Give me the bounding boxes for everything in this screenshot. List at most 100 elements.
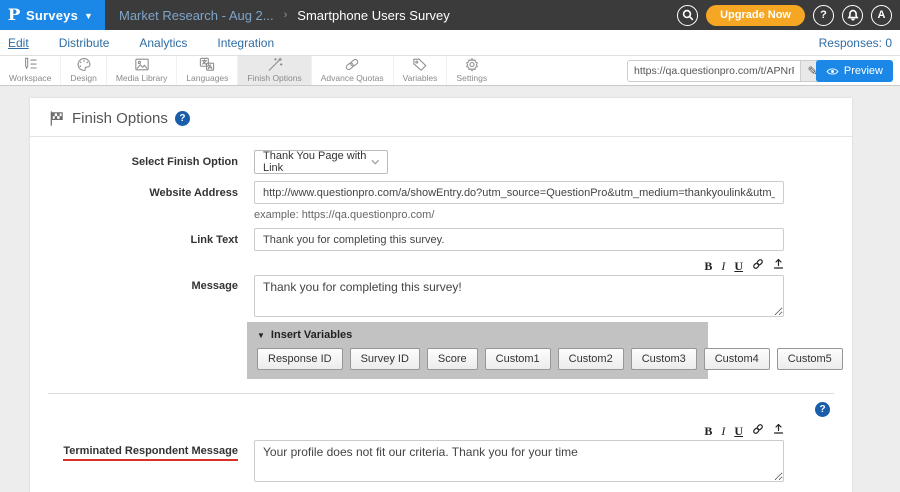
link-text-input[interactable] <box>254 228 784 251</box>
eye-icon <box>826 67 839 76</box>
toolbar-item-label: Settings <box>456 73 487 83</box>
surveys-menu[interactable]: P Surveys ▼ <box>0 0 105 30</box>
tab-analytics[interactable]: Analytics <box>139 36 187 50</box>
chevron-down-icon: ▼ <box>84 11 93 21</box>
avatar[interactable]: A <box>871 5 892 26</box>
finish-option-select[interactable]: Thank You Page with Link <box>254 150 388 174</box>
message-editor-toolbar: B I U <box>254 258 784 273</box>
languages-icon <box>198 57 216 72</box>
page-content: Finish Options ? Select Finish Option Th… <box>0 86 900 492</box>
link-text-label: Link Text <box>30 228 238 246</box>
bold-button[interactable]: B <box>704 425 712 437</box>
terminated-label-underlined: Terminated Respondent Message <box>63 445 238 461</box>
variable-button-custom1[interactable]: Custom1 <box>485 348 551 370</box>
search-button[interactable] <box>677 5 698 26</box>
italic-button[interactable]: I <box>721 425 725 437</box>
insert-variables-toggle[interactable]: ▼ Insert Variables <box>257 329 698 341</box>
image-upload-button[interactable] <box>773 258 784 273</box>
advance-quotas-icon <box>343 57 361 72</box>
upload-icon <box>773 258 784 270</box>
toolbar-item-languages[interactable]: Languages <box>176 56 237 85</box>
toolbar-item-design[interactable]: Design <box>60 56 105 85</box>
insert-variables-title: Insert Variables <box>271 329 352 341</box>
image-upload-button[interactable] <box>773 423 784 438</box>
finish-options-form: Select Finish Option Thank You Page with… <box>30 137 852 492</box>
toolbar-item-finish-options[interactable]: Finish Options <box>237 56 310 85</box>
breadcrumb-survey-name: Smartphone Users Survey <box>297 8 449 23</box>
terminated-message-row: Terminated Respondent Message B I U <box>30 423 852 485</box>
toolbar-item-advance-quotas[interactable]: Advance Quotas <box>311 56 393 85</box>
media-library-icon <box>133 57 151 72</box>
terminated-message-label: Terminated Respondent Message <box>30 423 238 461</box>
bell-icon <box>847 9 859 21</box>
variable-button-custom2[interactable]: Custom2 <box>558 348 624 370</box>
questionpro-logo-icon: P <box>8 7 21 23</box>
finish-options-help-icon[interactable]: ? <box>175 111 190 126</box>
variable-buttons: Response ID Survey ID Score Custom1 Cust… <box>257 348 698 370</box>
tab-distribute[interactable]: Distribute <box>59 36 110 50</box>
tab-bar: Edit Distribute Analytics Integration Re… <box>0 30 900 56</box>
website-address-example: example: https://qa.questionpro.com/ <box>254 209 784 221</box>
terminated-help-row: ? <box>30 402 852 417</box>
variable-button-custom5[interactable]: Custom5 <box>777 348 843 370</box>
page-title: Finish Options <box>72 110 168 127</box>
variable-button-survey-id[interactable]: Survey ID <box>350 348 420 370</box>
variable-button-score[interactable]: Score <box>427 348 478 370</box>
question-mark-icon: ? <box>820 9 827 21</box>
search-icon <box>682 9 694 21</box>
finish-option-selected-value: Thank You Page with Link <box>263 150 371 174</box>
preview-label: Preview <box>844 65 883 77</box>
notifications-button[interactable] <box>842 5 863 26</box>
caret-down-icon: ▼ <box>257 331 265 340</box>
terminated-help-icon[interactable]: ? <box>815 402 830 417</box>
breadcrumb-separator-icon: › <box>284 9 288 21</box>
variable-button-custom3[interactable]: Custom3 <box>631 348 697 370</box>
message-label: Message <box>30 258 238 292</box>
toolbar-item-label: Advance Quotas <box>321 73 384 83</box>
bold-button[interactable]: B <box>704 260 712 272</box>
terminated-message-textarea[interactable]: Your profile does not fit our criteria. … <box>254 440 784 482</box>
insert-link-button[interactable] <box>752 423 764 438</box>
responses-count[interactable]: Responses: 0 <box>819 36 892 50</box>
upgrade-now-button[interactable]: Upgrade Now <box>706 5 805 26</box>
toolbar-item-label: Variables <box>403 73 438 83</box>
finish-options-icon <box>266 57 284 72</box>
italic-button[interactable]: I <box>721 260 725 272</box>
breadcrumb-folder[interactable]: Market Research - Aug 2... <box>119 8 274 23</box>
select-finish-option-row: Select Finish Option Thank You Page with… <box>30 150 852 174</box>
upload-icon <box>773 423 784 435</box>
insert-link-button[interactable] <box>752 258 764 273</box>
link-icon <box>752 258 764 270</box>
message-textarea[interactable]: Thank you for completing this survey! <box>254 275 784 317</box>
toolbar-item-label: Finish Options <box>247 73 301 83</box>
finish-options-card: Finish Options ? Select Finish Option Th… <box>30 98 852 492</box>
help-button[interactable]: ? <box>813 5 834 26</box>
message-row: Message B I U <box>30 258 852 379</box>
insert-variables-panel: ▼ Insert Variables Response ID Survey ID… <box>247 322 708 379</box>
toolbar-item-media-library[interactable]: Media Library <box>106 56 177 85</box>
toolbar-item-variables[interactable]: Variables <box>393 56 447 85</box>
preview-button[interactable]: Preview <box>816 60 893 82</box>
variable-button-custom4[interactable]: Custom4 <box>704 348 770 370</box>
tab-integration[interactable]: Integration <box>217 36 274 50</box>
card-header: Finish Options ? <box>30 98 852 137</box>
terminated-editor-toolbar: B I U <box>254 423 784 438</box>
toolbar-item-label: Languages <box>186 73 228 83</box>
toolbar-item-workspace[interactable]: Workspace <box>0 56 60 85</box>
toolbar-item-label: Media Library <box>116 73 168 83</box>
survey-url-input[interactable] <box>628 61 800 81</box>
chevron-down-icon <box>371 159 380 165</box>
website-address-row: Website Address example: https://qa.ques… <box>30 181 852 221</box>
link-text-row: Link Text <box>30 228 852 251</box>
toolbar-item-label: Workspace <box>9 73 51 83</box>
top-right-actions: Upgrade Now ? A <box>677 5 900 26</box>
tab-edit[interactable]: Edit <box>8 36 29 50</box>
toolbar-item-settings[interactable]: Settings <box>446 56 496 85</box>
underline-button[interactable]: U <box>734 260 743 272</box>
toolbar-item-label: Design <box>70 73 96 83</box>
survey-url-box: ✎ <box>627 60 825 82</box>
website-address-input[interactable] <box>254 181 784 204</box>
edit-toolbar: Workspace Design Media Library Languages <box>0 56 900 86</box>
variable-button-response-id[interactable]: Response ID <box>257 348 343 370</box>
underline-button[interactable]: U <box>734 425 743 437</box>
